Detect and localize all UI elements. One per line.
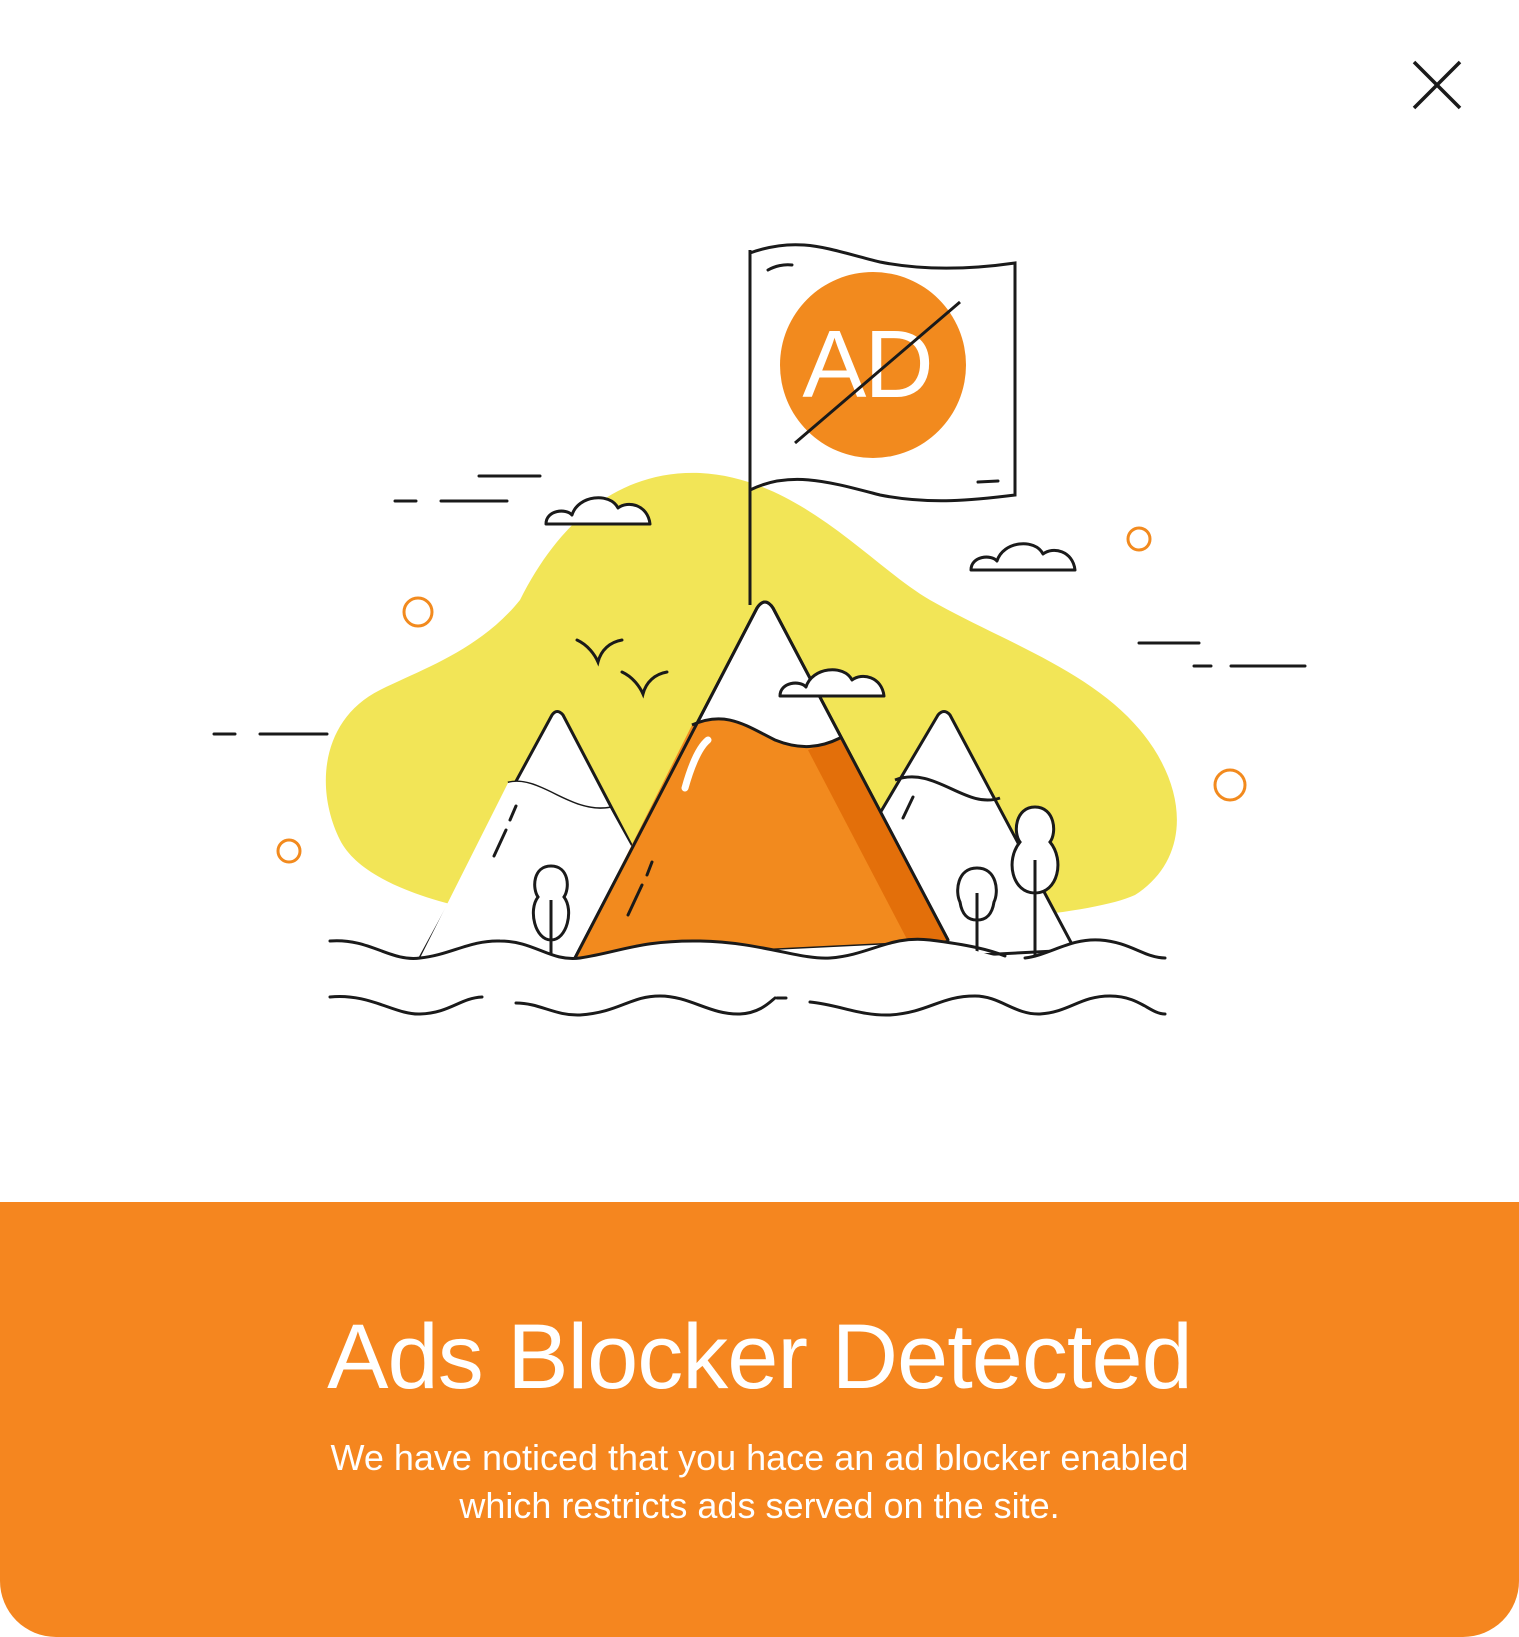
dialog-message-line-2: which restricts ads served on the site. (459, 1485, 1060, 1526)
mountain-flag-illustration: AD (212, 243, 1307, 1017)
decor-circle-1 (402, 596, 434, 628)
ad-blocker-dialog: AD Ads Blocker Detected We have noticed … (0, 0, 1519, 1637)
message-panel: Ads Blocker Detected We have noticed tha… (0, 1202, 1519, 1637)
decor-circle-3 (1213, 768, 1247, 802)
dialog-message-line-1: We have noticed that you hace an ad bloc… (330, 1437, 1189, 1478)
dialog-message: We have noticed that you hace an ad bloc… (300, 1434, 1219, 1530)
decor-circle-2 (1126, 526, 1152, 552)
dialog-title: Ads Blocker Detected (327, 1306, 1193, 1408)
decor-circle-4 (276, 838, 302, 864)
cloud-2 (969, 542, 1077, 572)
ad-badge-text: AD (802, 311, 931, 418)
wave-bottom (328, 994, 1167, 1017)
